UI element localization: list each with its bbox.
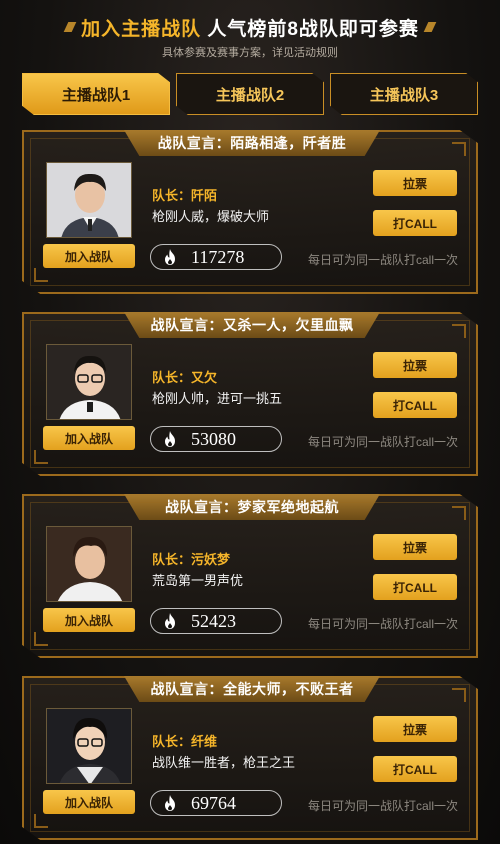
team-motto: 战队宣言：全能大师，不败王者 [124,676,380,702]
captain-slogan: 战队维一胜者，枪王之王 [152,755,296,770]
page-subtitle: 具体参赛及赛事方案，详见活动规则 [162,47,338,59]
captain-avatar [46,708,132,784]
daily-limit-note: 每日可为同一战队打call一次 [308,253,459,267]
fire-icon [165,613,175,629]
card-corner-decoration [34,632,48,646]
captain-slogan: 荒岛第一男声优 [152,573,244,588]
card-corner-decoration [34,814,48,828]
team-motto: 战队宣言：又杀一人，欠里血飘 [124,312,380,338]
vote-count: 52423 [150,608,282,634]
vote-count: 53080 [150,426,282,452]
join-team-button[interactable]: 加入战队 [43,244,135,268]
team-card: 战队宣言：陌路相逢，阡者胜 加入战队 队长：阡陌 枪刚人威，爆破大师 11727… [22,130,478,294]
tab-team-3[interactable]: 主播战队3 [330,73,478,115]
captain-name: 队长：污妖梦 [152,552,231,567]
join-team-button[interactable]: 加入战队 [43,790,135,814]
captain-avatar [46,526,132,602]
daily-limit-note: 每日可为同一战队打call一次 [308,435,459,449]
join-team-button[interactable]: 加入战队 [43,608,135,632]
card-corner-decoration [452,142,466,156]
header: 加入主播战队 人气榜前8战队即可参赛 具体参赛及赛事方案，详见活动规则 [0,0,500,64]
team-card: 战队宣言：全能大师，不败王者 加入战队 队长：纤维 战队维一胜者，枪王之王 69… [22,676,478,840]
vote-count-number: 69764 [191,793,236,813]
tab-team-1[interactable]: 主播战队1 [22,73,170,115]
card-corner-decoration [34,268,48,282]
call-button[interactable]: 打CALL [373,574,457,600]
team-card: 战队宣言：又杀一人，欠里血飘 加入战队 队长：又欠 枪刚人帅，进可一挑五 530… [22,312,478,476]
tab-team-2[interactable]: 主播战队2 [176,73,324,115]
daily-limit-note: 每日可为同一战队打call一次 [308,799,459,813]
call-button[interactable]: 打CALL [373,756,457,782]
canvass-button[interactable]: 拉票 [373,534,457,560]
captain-name: 队长：又欠 [152,370,218,385]
vote-count-number: 52423 [191,611,236,631]
title-highlight: 加入主播战队 [81,19,202,40]
daily-limit-note: 每日可为同一战队打call一次 [308,617,459,631]
vote-count: 69764 [150,790,282,816]
captain-name: 队长：纤维 [152,734,218,749]
avatar-portrait-icon [47,163,131,237]
card-corner-decoration [452,688,466,702]
vote-count-number: 53080 [191,429,236,449]
team-motto: 战队宣言：陌路相逢，阡者胜 [124,130,380,156]
title-main: 人气榜前8战队即可参赛 [207,19,419,40]
call-button[interactable]: 打CALL [373,392,457,418]
team-card: 战队宣言：梦家军绝地起航 加入战队 队长：污妖梦 荒岛第一男声优 52423 拉… [22,494,478,658]
avatar-portrait-icon [47,527,131,601]
join-team-button[interactable]: 加入战队 [43,426,135,450]
card-corner-decoration [452,324,466,338]
fire-icon [165,249,175,265]
fire-icon [165,795,175,811]
vote-count: 117278 [150,244,282,270]
canvass-button[interactable]: 拉票 [373,716,457,742]
captain-name: 队长：阡陌 [152,188,218,203]
avatar-portrait-icon [47,709,131,783]
captain-avatar [46,162,132,238]
call-button[interactable]: 打CALL [373,210,457,236]
team-motto: 战队宣言：梦家军绝地起航 [124,494,380,520]
team-tabs: 主播战队1 主播战队2 主播战队3 [22,73,478,115]
card-corner-decoration [452,506,466,520]
captain-slogan: 枪刚人帅，进可一挑五 [152,391,283,406]
avatar-portrait-icon [47,345,131,419]
canvass-button[interactable]: 拉票 [373,352,457,378]
fire-icon [165,431,175,447]
canvass-button[interactable]: 拉票 [373,170,457,196]
captain-slogan: 枪刚人威，爆破大师 [152,209,270,224]
vote-count-number: 117278 [191,247,245,267]
card-corner-decoration [34,450,48,464]
captain-avatar [46,344,132,420]
